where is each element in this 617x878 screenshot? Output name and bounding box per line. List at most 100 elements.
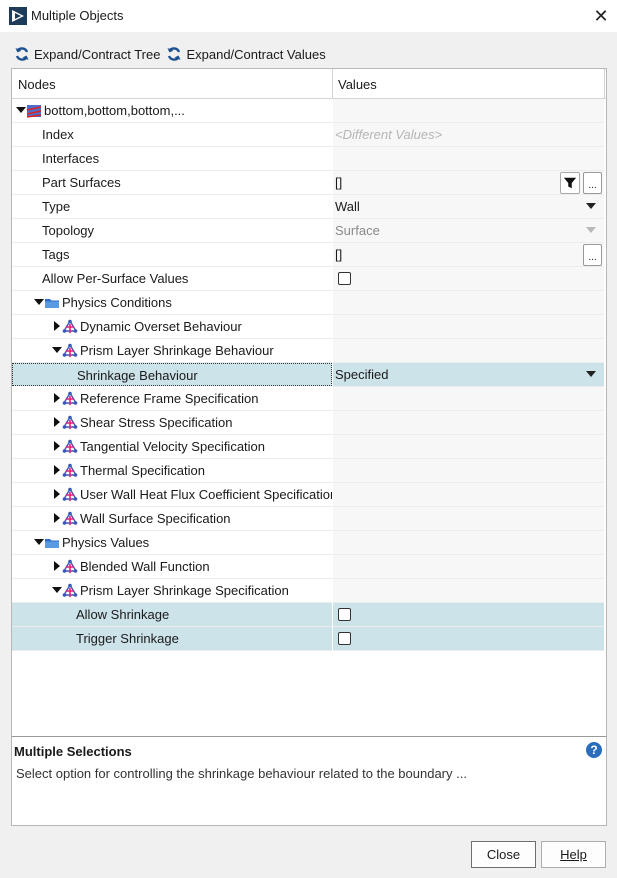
- expand-arrow-icon[interactable]: [52, 513, 62, 523]
- collapse-arrow-icon[interactable]: [34, 537, 44, 547]
- node-cell[interactable]: Dynamic Overset Behaviour: [12, 315, 332, 339]
- table-row[interactable]: Index <Different Values>: [12, 123, 604, 147]
- collapse-arrow-icon[interactable]: [16, 105, 26, 115]
- checkbox[interactable]: [338, 608, 351, 621]
- expand-arrow-icon[interactable]: [52, 465, 62, 475]
- table-row[interactable]: Prism Layer Shrinkage Specification: [12, 579, 604, 603]
- collapse-arrow-icon[interactable]: [52, 585, 62, 595]
- value-cell[interactable]: [333, 411, 604, 435]
- node-cell[interactable]: Allow Per-Surface Values: [12, 267, 332, 291]
- help-button[interactable]: Help: [541, 841, 606, 868]
- table-row[interactable]: Trigger Shrinkage: [12, 627, 604, 651]
- node-cell[interactable]: Allow Shrinkage: [12, 603, 332, 627]
- table-row[interactable]: Prism Layer Shrinkage Behaviour: [12, 339, 604, 363]
- node-cell[interactable]: Part Surfaces: [12, 171, 332, 195]
- value-cell[interactable]: [333, 99, 604, 123]
- table-row[interactable]: Allow Shrinkage: [12, 603, 604, 627]
- table-row[interactable]: Reference Frame Specification: [12, 387, 604, 411]
- table-row[interactable]: User Wall Heat Flux Coefficient Specific…: [12, 483, 604, 507]
- expand-arrow-icon[interactable]: [52, 441, 62, 451]
- node-cell[interactable]: Physics Conditions: [12, 291, 332, 315]
- column-divider[interactable]: [332, 69, 333, 98]
- node-cell[interactable]: Interfaces: [12, 147, 332, 171]
- dropdown-arrow-icon[interactable]: [586, 203, 596, 209]
- value-cell[interactable]: [333, 147, 604, 171]
- value-cell[interactable]: Surface: [333, 219, 604, 243]
- expand-arrow-icon[interactable]: [52, 417, 62, 427]
- column-header-nodes[interactable]: Nodes: [18, 77, 56, 92]
- table-row[interactable]: Wall Surface Specification: [12, 507, 604, 531]
- table-row[interactable]: Shrinkage Behaviour Specified: [12, 363, 604, 387]
- value-cell[interactable]: [333, 291, 604, 315]
- value-cell[interactable]: [333, 315, 604, 339]
- value-cell[interactable]: [333, 267, 604, 291]
- column-header-values[interactable]: Values: [338, 77, 377, 92]
- collapse-arrow-icon[interactable]: [52, 345, 62, 355]
- expand-contract-values-button[interactable]: Expand/Contract Values: [166, 46, 326, 62]
- node-cell[interactable]: Reference Frame Specification: [12, 387, 332, 411]
- close-window-button[interactable]: ✕: [590, 5, 612, 27]
- table-row[interactable]: Type Wall: [12, 195, 604, 219]
- node-cell[interactable]: Trigger Shrinkage: [12, 627, 332, 651]
- table-row[interactable]: Tags []...: [12, 243, 604, 267]
- node-cell[interactable]: Blended Wall Function: [12, 555, 332, 579]
- node-cell[interactable]: Tags: [12, 243, 332, 267]
- expand-arrow-icon[interactable]: [52, 561, 62, 571]
- ellipsis-button[interactable]: ...: [583, 172, 602, 194]
- value-cell[interactable]: [333, 507, 604, 531]
- node-cell[interactable]: Topology: [12, 219, 332, 243]
- value-cell[interactable]: [333, 531, 604, 555]
- expand-arrow-icon[interactable]: [52, 321, 62, 331]
- value-cell[interactable]: Wall: [333, 195, 604, 219]
- expand-arrow-icon[interactable]: [52, 489, 62, 499]
- value-cell[interactable]: [333, 483, 604, 507]
- node-cell[interactable]: Thermal Specification: [12, 459, 332, 483]
- filter-button[interactable]: [560, 172, 580, 194]
- node-cell[interactable]: Tangential Velocity Specification: [12, 435, 332, 459]
- node-cell[interactable]: Physics Values: [12, 531, 332, 555]
- value-cell[interactable]: []...: [333, 171, 604, 195]
- table-header: Nodes Values: [12, 69, 606, 99]
- value-cell[interactable]: [333, 435, 604, 459]
- close-button[interactable]: Close: [471, 841, 536, 868]
- value-cell[interactable]: [333, 579, 604, 603]
- node-cell[interactable]: Type: [12, 195, 332, 219]
- node-cell[interactable]: User Wall Heat Flux Coefficient Specific…: [12, 483, 332, 507]
- table-row[interactable]: Dynamic Overset Behaviour: [12, 315, 604, 339]
- value-cell[interactable]: [333, 339, 604, 363]
- node-cell[interactable]: Wall Surface Specification: [12, 507, 332, 531]
- table-row[interactable]: Shear Stress Specification: [12, 411, 604, 435]
- table-row[interactable]: Tangential Velocity Specification: [12, 435, 604, 459]
- table-row[interactable]: Blended Wall Function: [12, 555, 604, 579]
- value-cell[interactable]: [333, 387, 604, 411]
- value-cell[interactable]: [333, 459, 604, 483]
- value-cell[interactable]: <Different Values>: [333, 123, 604, 147]
- dropdown-arrow-icon[interactable]: [586, 371, 596, 377]
- node-cell[interactable]: Prism Layer Shrinkage Specification: [12, 579, 332, 603]
- table-row[interactable]: bottom,bottom,bottom,...: [12, 99, 604, 123]
- node-cell[interactable]: Shear Stress Specification: [12, 411, 332, 435]
- table-row[interactable]: Topology Surface: [12, 219, 604, 243]
- table-row[interactable]: Part Surfaces []...: [12, 171, 604, 195]
- table-row[interactable]: Allow Per-Surface Values: [12, 267, 604, 291]
- expand-contract-tree-button[interactable]: Expand/Contract Tree: [14, 46, 160, 62]
- value-cell[interactable]: []...: [333, 243, 604, 267]
- checkbox[interactable]: [338, 632, 351, 645]
- ellipsis-button[interactable]: ...: [583, 244, 602, 266]
- node-cell[interactable]: Prism Layer Shrinkage Behaviour: [12, 339, 332, 363]
- node-cell[interactable]: bottom,bottom,bottom,...: [12, 99, 332, 123]
- node-cell[interactable]: Index: [12, 123, 332, 147]
- help-icon[interactable]: ?: [586, 742, 602, 758]
- checkbox[interactable]: [338, 272, 351, 285]
- node-cell[interactable]: Shrinkage Behaviour: [12, 363, 332, 386]
- expand-arrow-icon[interactable]: [52, 393, 62, 403]
- value-cell[interactable]: Specified: [333, 363, 604, 387]
- collapse-arrow-icon[interactable]: [34, 297, 44, 307]
- value-cell[interactable]: [333, 603, 604, 627]
- value-cell[interactable]: [333, 627, 604, 651]
- table-row[interactable]: Interfaces: [12, 147, 604, 171]
- value-cell[interactable]: [333, 555, 604, 579]
- table-row[interactable]: Thermal Specification: [12, 459, 604, 483]
- table-row[interactable]: Physics Values: [12, 531, 604, 555]
- table-row[interactable]: Physics Conditions: [12, 291, 604, 315]
